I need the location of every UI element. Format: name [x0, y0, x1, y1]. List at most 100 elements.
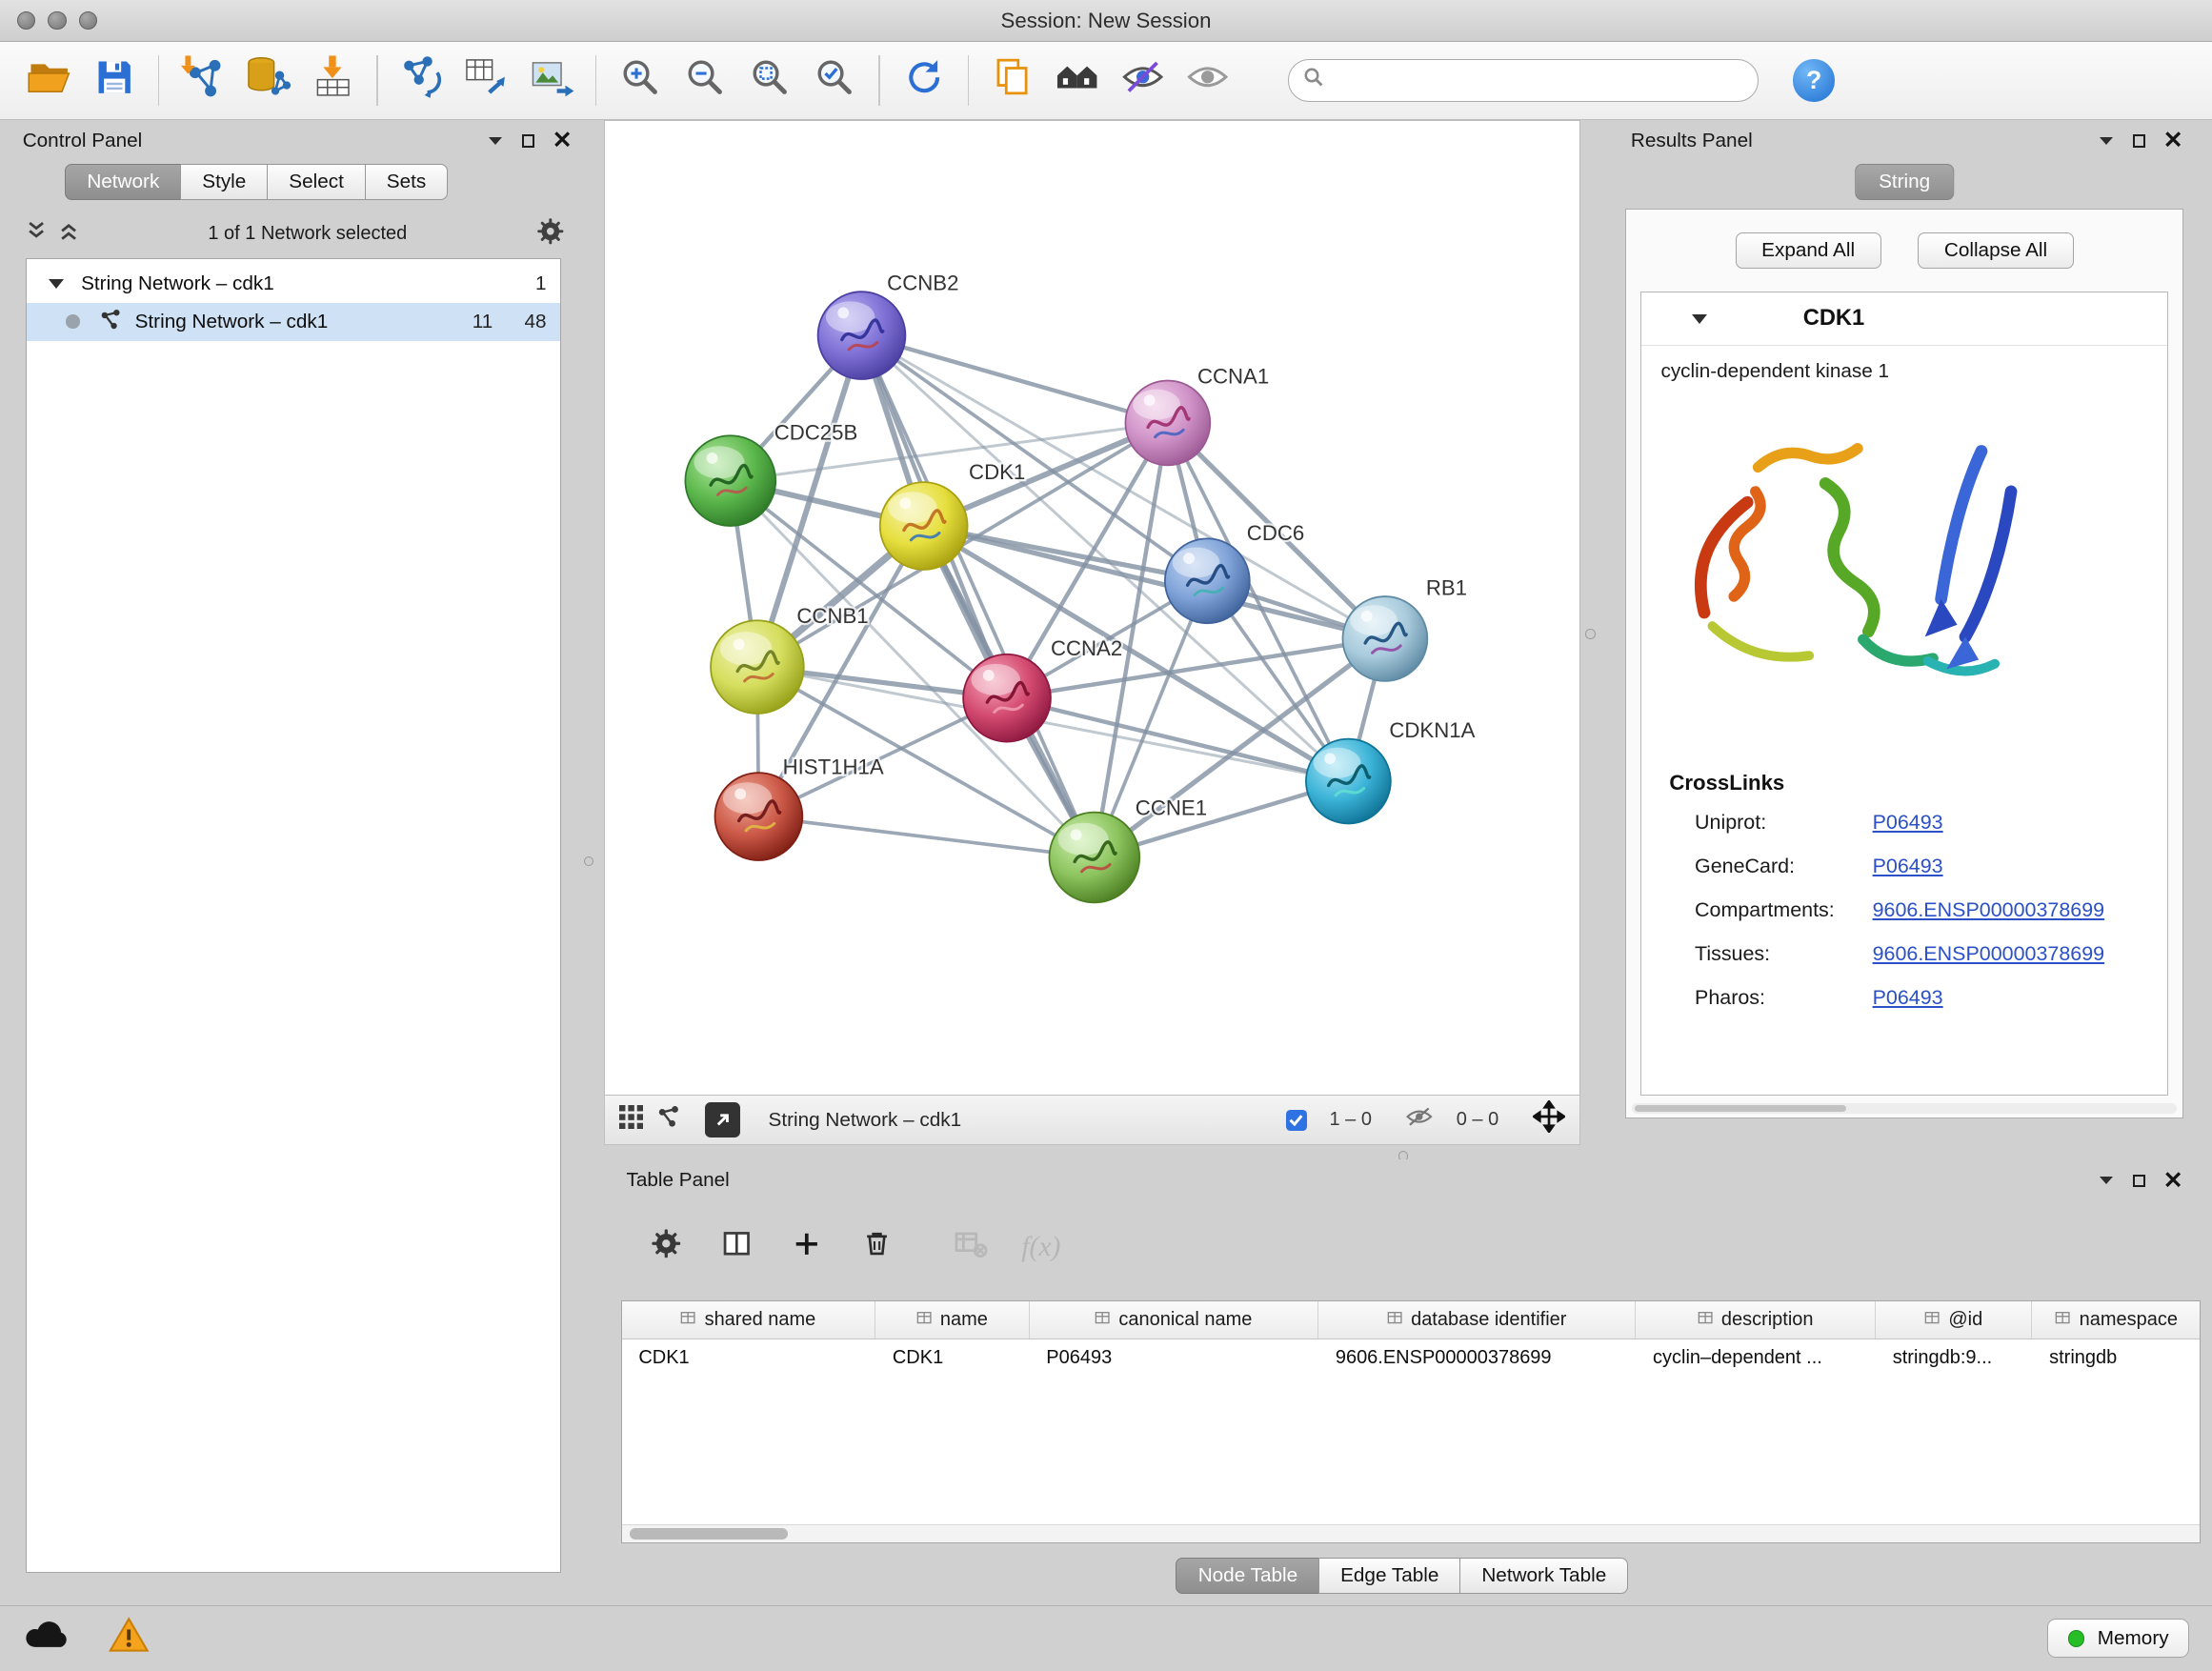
gear-icon[interactable]	[536, 217, 565, 252]
crosslink-link[interactable]: P06493	[1873, 811, 1943, 835]
expand-all-button[interactable]: Expand All	[1736, 232, 1881, 269]
network-node-ccnb1[interactable]: CCNB1	[711, 604, 869, 714]
network-edge[interactable]	[861, 335, 1094, 857]
tab-string[interactable]: String	[1855, 164, 1954, 200]
network-node-hist1h1a[interactable]: HIST1H1A	[714, 755, 883, 859]
tree-expander-icon[interactable]	[49, 279, 64, 289]
column-header[interactable]: @id	[1876, 1301, 2032, 1339]
node-label: CDC6	[1247, 521, 1304, 545]
zoom-selected-button[interactable]	[802, 49, 867, 113]
network-edge[interactable]	[758, 816, 1094, 857]
tab-node-table[interactable]: Node Table	[1176, 1558, 1319, 1594]
column-header[interactable]: name	[875, 1301, 1029, 1339]
right-splitter-handle[interactable]	[1585, 629, 1595, 638]
panel-menu-icon[interactable]	[2100, 137, 2113, 145]
selected-nodes-icon[interactable]	[1286, 1110, 1307, 1131]
column-type-icon	[680, 1309, 695, 1331]
scrollbar-thumb[interactable]	[1635, 1105, 1846, 1112]
panel-menu-icon[interactable]	[2100, 1177, 2113, 1184]
crosslink-link[interactable]: P06493	[1873, 986, 1943, 1010]
network-collection-row[interactable]: String Network – cdk1 1	[27, 265, 561, 303]
cloud-button[interactable]	[23, 1620, 70, 1658]
import-network-file-button[interactable]	[171, 49, 235, 113]
crosslink-row: Compartments: 9606.ENSP00000378699	[1641, 889, 2167, 933]
network-view-icon[interactable]	[657, 1105, 680, 1135]
collapse-all-button[interactable]: Collapse All	[1918, 232, 2074, 269]
network-canvas[interactable]: CCNB2CCNA1CDC25BCDK1CDC6RB1CCNB1CCNA2CDK…	[604, 120, 1580, 1095]
table-row[interactable]: CDK1 CDK1 P06493 9606.ENSP00000378699 cy…	[622, 1339, 2201, 1377]
show-columns-button[interactable]	[708, 1221, 764, 1272]
protein-section: CDK1 cyclin-dependent kinase 1	[1640, 292, 2168, 1096]
horizontal-scrollbar[interactable]	[622, 1524, 2201, 1542]
tab-sets[interactable]: Sets	[365, 164, 449, 200]
network-node-cdk1[interactable]: CDK1	[880, 460, 1026, 570]
refresh-layout-button[interactable]	[892, 49, 956, 113]
zoom-out-button[interactable]	[673, 49, 737, 113]
warning-button[interactable]	[108, 1616, 150, 1661]
detach-view-button[interactable]	[705, 1102, 740, 1137]
tab-network-table[interactable]: Network Table	[1459, 1558, 1628, 1594]
left-splitter-handle[interactable]	[584, 856, 593, 866]
network-node-cdkn1a[interactable]: CDKN1A	[1306, 718, 1476, 823]
column-header[interactable]: database identifier	[1318, 1301, 1636, 1339]
section-expander-icon[interactable]	[1692, 314, 1707, 324]
delete-table-button[interactable]	[942, 1221, 998, 1272]
column-header[interactable]: namespace	[2032, 1301, 2201, 1339]
crosslink-link[interactable]: 9606.ENSP00000378699	[1873, 942, 2105, 966]
panel-menu-icon[interactable]	[489, 137, 502, 145]
clone-network-button[interactable]	[390, 49, 454, 113]
search-input[interactable]	[1336, 70, 1744, 92]
horizontal-scrollbar[interactable]	[1632, 1103, 2178, 1113]
crosslink-link[interactable]: 9606.ENSP00000378699	[1873, 898, 2105, 922]
zoom-in-button[interactable]	[608, 49, 673, 113]
tab-select[interactable]: Select	[267, 164, 366, 200]
expand-all-networks-icon[interactable]	[58, 221, 79, 248]
close-panel-icon[interactable]	[554, 129, 570, 154]
float-panel-icon[interactable]	[2133, 134, 2145, 147]
network-node-ccnb2[interactable]: CCNB2	[817, 272, 958, 379]
import-table-button[interactable]	[300, 49, 365, 113]
network-row-selected[interactable]: String Network – cdk1 11 48	[27, 303, 561, 341]
column-header[interactable]: description	[1636, 1301, 1876, 1339]
help-button[interactable]: ?	[1793, 59, 1835, 101]
scrollbar-thumb[interactable]	[630, 1528, 788, 1540]
function-builder-button[interactable]: f(x)	[1013, 1221, 1069, 1272]
show-selected-button[interactable]	[1175, 49, 1239, 113]
network-collection-count: 1	[510, 272, 547, 295]
crosslink-row: GeneCard: P06493	[1641, 845, 2167, 889]
close-panel-icon[interactable]	[2165, 1168, 2181, 1194]
export-image-button[interactable]	[519, 49, 584, 113]
table-options-button[interactable]	[637, 1221, 694, 1272]
open-session-button[interactable]	[17, 49, 82, 113]
tab-edge-table[interactable]: Edge Table	[1318, 1558, 1461, 1594]
column-type-icon	[1095, 1309, 1110, 1331]
network-from-table-button[interactable]	[454, 49, 519, 113]
status-bar: Memory	[0, 1605, 2212, 1670]
memory-button[interactable]: Memory	[2047, 1619, 2189, 1658]
float-panel-icon[interactable]	[2133, 1175, 2145, 1187]
save-session-button[interactable]	[82, 49, 147, 113]
collapse-all-networks-icon[interactable]	[26, 221, 47, 248]
hide-selected-button[interactable]	[1110, 49, 1175, 113]
import-network-database-button[interactable]	[235, 49, 300, 113]
network-node-ccna1[interactable]: CCNA1	[1125, 364, 1269, 465]
zoom-fit-button[interactable]	[737, 49, 802, 113]
grid-view-icon[interactable]	[619, 1105, 643, 1136]
network-graph[interactable]: CCNB2CCNA1CDC25BCDK1CDC6RB1CCNB1CCNA2CDK…	[605, 121, 1579, 1093]
pan-move-icon[interactable]	[1533, 1100, 1565, 1139]
column-header[interactable]: canonical name	[1030, 1301, 1319, 1339]
tab-style[interactable]: Style	[180, 164, 268, 200]
hidden-edges-icon[interactable]	[1405, 1106, 1434, 1134]
fx-icon: f(x)	[1021, 1232, 1060, 1263]
column-header[interactable]: shared name	[622, 1301, 876, 1339]
show-all-networks-button[interactable]	[1045, 49, 1110, 113]
network-node-rb1[interactable]: RB1	[1342, 575, 1467, 680]
close-panel-icon[interactable]	[2165, 129, 2181, 154]
delete-column-button[interactable]	[849, 1221, 905, 1272]
copy-button[interactable]	[980, 49, 1045, 113]
add-column-button[interactable]	[778, 1221, 835, 1272]
crosslink-link[interactable]: P06493	[1873, 855, 1943, 878]
toolbar-separator	[595, 55, 596, 106]
tab-network[interactable]: Network	[65, 164, 181, 200]
float-panel-icon[interactable]	[522, 134, 534, 147]
